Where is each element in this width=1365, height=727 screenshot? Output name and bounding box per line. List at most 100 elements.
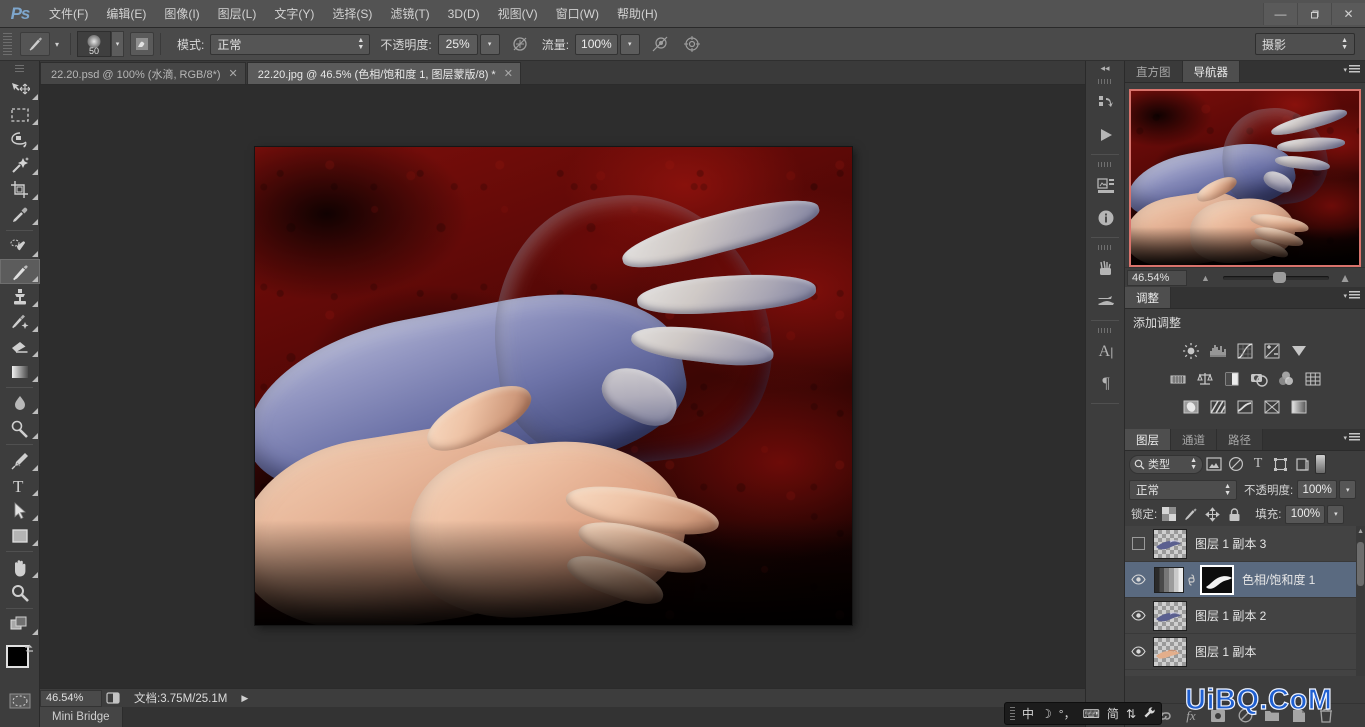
tab-layers[interactable]: 图层 <box>1125 429 1171 450</box>
mask-link-icon[interactable] <box>1184 574 1198 586</box>
tab-histogram[interactable]: 直方图 <box>1125 61 1183 82</box>
slider-knob[interactable] <box>1273 272 1286 283</box>
eyedropper-tool[interactable] <box>0 202 40 227</box>
layer-visibility-eye-icon[interactable] <box>1125 562 1151 598</box>
lock-all-icon[interactable] <box>1224 504 1245 524</box>
three-circles-icon[interactable] <box>1274 368 1298 390</box>
curves-icon[interactable] <box>1233 340 1257 362</box>
menu-item-8[interactable]: 视图(V) <box>489 0 547 28</box>
mini-bridge-tab[interactable]: Mini Bridge <box>40 707 123 727</box>
dodge-tool[interactable] <box>0 416 40 441</box>
tab-channels[interactable]: 通道 <box>1171 429 1217 450</box>
status-expand-arrow[interactable]: ▶ <box>241 693 248 704</box>
paragraph-panel-icon[interactable]: ¶ <box>1086 368 1126 400</box>
close-button[interactable]: ✕ <box>1331 3 1365 25</box>
current-tool-icon[interactable] <box>20 32 50 56</box>
gradient-map-icon[interactable] <box>1260 396 1284 418</box>
collapse-double-arrow-icon[interactable]: ◂◂ <box>1086 61 1124 75</box>
ime-punctuation-icon[interactable]: °， <box>1059 708 1076 720</box>
exposure-icon[interactable] <box>1260 340 1284 362</box>
options-bar-grip[interactable] <box>3 33 12 55</box>
brush-tool[interactable] <box>0 259 40 284</box>
gradient-tool[interactable] <box>0 359 40 384</box>
half-square-icon[interactable] <box>1220 368 1244 390</box>
navigator-zoom-slider[interactable]: ▲ ▲ <box>1193 270 1359 286</box>
brush-panel-toggle-icon[interactable] <box>130 32 154 56</box>
clone-stamp-tool[interactable] <box>0 284 40 309</box>
layer-fill-dropdown[interactable]: ▾ <box>1327 505 1344 524</box>
ime-settings-icon[interactable] <box>1143 706 1156 721</box>
layer-visibility-off-box[interactable] <box>1125 526 1151 562</box>
layer-opacity-dropdown[interactable]: ▾ <box>1339 480 1356 499</box>
lasso-tool[interactable] <box>0 127 40 152</box>
hand-tool[interactable] <box>0 555 40 580</box>
brush-panel-icon[interactable] <box>1086 253 1126 285</box>
menu-item-5[interactable]: 选择(S) <box>323 0 381 28</box>
ime-language-chinese[interactable]: 中 <box>1022 708 1034 720</box>
navigator-zoom-input[interactable]: 46.54% <box>1127 270 1187 286</box>
levels-icon[interactable] <box>1206 340 1230 362</box>
preview-toggle-icon[interactable] <box>102 691 124 705</box>
menu-item-9[interactable]: 窗口(W) <box>547 0 608 28</box>
close-icon[interactable]: ✕ <box>504 67 513 80</box>
document-canvas[interactable] <box>255 147 852 625</box>
tab-navigator[interactable]: 导航器 <box>1183 61 1241 82</box>
document-tab-0[interactable]: 22.20.psd @ 100% (水滴, RGB/8*)✕ <box>40 62 246 84</box>
zoom-tool[interactable] <box>0 580 40 605</box>
dock-grip[interactable] <box>1086 324 1124 336</box>
tab-adjustments[interactable]: 调整 <box>1125 287 1171 308</box>
menu-item-1[interactable]: 编辑(E) <box>97 0 155 28</box>
magic-wand-tool[interactable] <box>0 152 40 177</box>
brush-preset-picker[interactable]: ▾ <box>111 31 124 57</box>
canvas-area[interactable] <box>40 85 1085 688</box>
layer-thumbnail[interactable] <box>1153 601 1187 631</box>
history-brush-tool[interactable] <box>0 309 40 334</box>
blend-mode-select[interactable]: 正常 ▲▼ <box>210 34 370 55</box>
ime-tools-icon[interactable]: ⇅ <box>1126 708 1136 720</box>
rectangle-tool[interactable] <box>0 523 40 548</box>
menu-item-7[interactable]: 3D(D) <box>439 0 489 28</box>
filter-pixel-layers-icon[interactable] <box>1203 454 1225 474</box>
ime-moon-icon[interactable]: ☽ <box>1041 708 1052 720</box>
large-mountain-icon[interactable]: ▲ <box>1339 271 1351 285</box>
scrollbar-thumb[interactable] <box>1357 542 1364 586</box>
menu-item-3[interactable]: 图层(L) <box>209 0 266 28</box>
tools-panel-grip[interactable] <box>0 61 39 77</box>
lock-position-icon[interactable] <box>1202 504 1223 524</box>
workspace-select[interactable]: 摄影 ▲▼ <box>1255 33 1355 55</box>
ime-simplified-icon[interactable]: 简 <box>1107 708 1119 720</box>
layer-thumbnail[interactable] <box>1153 529 1187 559</box>
lock-transparent-pixels-icon[interactable] <box>1158 504 1179 524</box>
opacity-input[interactable]: 25% <box>438 34 478 55</box>
panel-menu-icon[interactable]: ▾ <box>1343 291 1360 300</box>
layer-blend-mode-select[interactable]: 正常 ▲▼ <box>1129 480 1237 500</box>
airbrush-icon[interactable] <box>648 32 672 56</box>
menu-item-2[interactable]: 图像(I) <box>155 0 208 28</box>
panel-menu-icon[interactable]: ▾ <box>1343 433 1360 442</box>
layer-opacity-input[interactable]: 100% <box>1297 480 1337 499</box>
scroll-up-arrow-icon[interactable]: ▲ <box>1357 528 1364 535</box>
document-tab-1[interactable]: 22.20.jpg @ 46.5% (色相/饱和度 1, 图层蒙版/8) *✕ <box>247 62 521 84</box>
layer-list-scrollbar[interactable]: ▲ <box>1356 526 1365 676</box>
layer-list[interactable]: 图层 1 副本 3色相/饱和度 1图层 1 副本 2图层 1 副本 ▲ <box>1125 526 1365 676</box>
posterize-icon[interactable] <box>1206 396 1230 418</box>
tool-preset-caret[interactable]: ▾ <box>50 32 64 56</box>
grid-icon[interactable] <box>1301 368 1325 390</box>
balance-scale-icon[interactable] <box>1193 368 1217 390</box>
opacity-dropdown-button[interactable]: ▾ <box>480 34 500 55</box>
filter-adjustment-layers-icon[interactable] <box>1225 454 1247 474</box>
filter-type-layers-icon[interactable]: T <box>1247 454 1269 474</box>
actions-panel-icon[interactable] <box>1086 119 1126 151</box>
layer-row[interactable]: 图层 1 副本 <box>1125 634 1365 670</box>
hue-bar-icon[interactable] <box>1166 368 1190 390</box>
pen-tool[interactable] <box>0 448 40 473</box>
marquee-tool[interactable] <box>0 102 40 127</box>
path-selection-tool[interactable] <box>0 498 40 523</box>
layer-thumbnail[interactable] <box>1153 637 1187 667</box>
panel-menu-icon[interactable]: ▾ <box>1343 65 1360 74</box>
camera-filter-icon[interactable] <box>1247 368 1271 390</box>
threshold-icon[interactable] <box>1233 396 1257 418</box>
small-mountain-icon[interactable]: ▲ <box>1201 273 1210 283</box>
swap-colors-icon[interactable] <box>23 643 35 658</box>
layer-row[interactable]: 色相/饱和度 1 <box>1125 562 1365 598</box>
